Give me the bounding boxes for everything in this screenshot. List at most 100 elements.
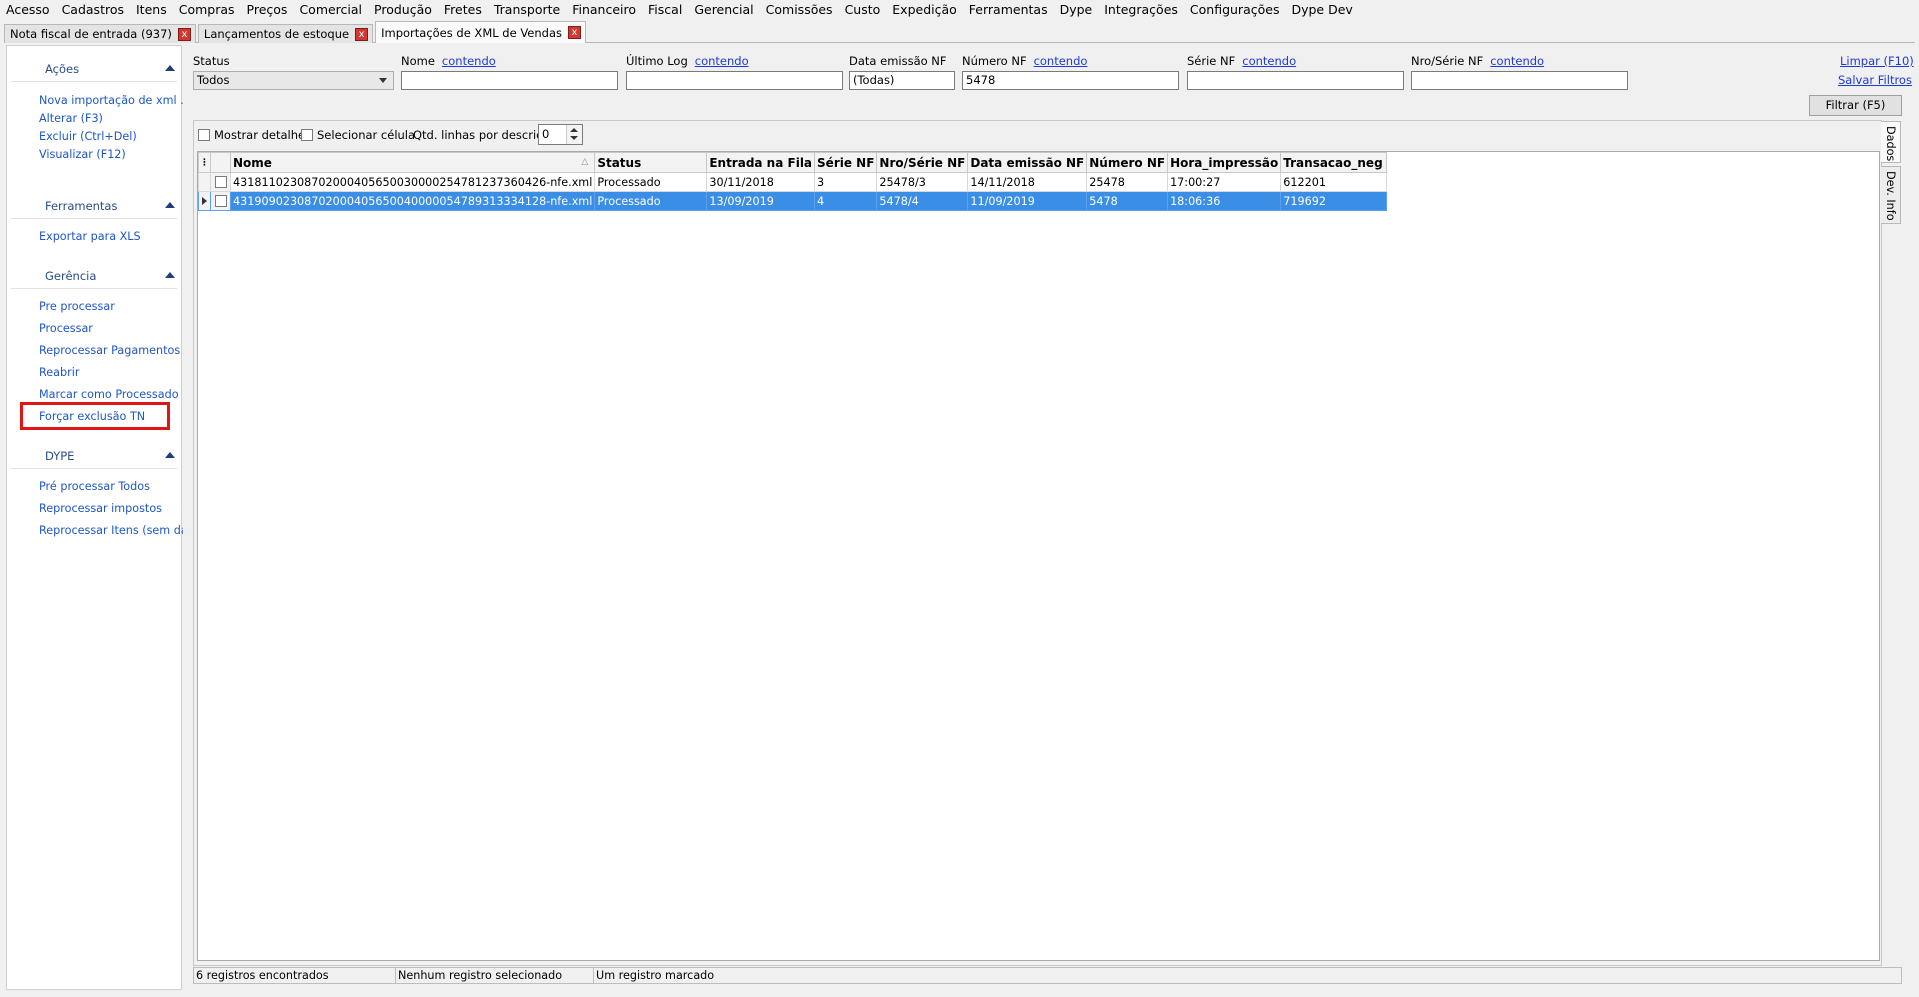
filter-nome-mode-link[interactable]: contendo [442,54,496,68]
tab-lancamentos-estoque[interactable]: Lançamentos de estoque x [197,24,374,43]
menu-custo[interactable]: Custo [839,0,887,19]
chevron-up-icon[interactable] [165,202,175,208]
filter-serie-nf-input[interactable] [1187,71,1404,90]
menu-expedicao[interactable]: Expedição [886,0,963,19]
col-header-serie-nf[interactable]: Série NF [814,152,878,173]
filter-data-emissao-select[interactable]: (Todas) [849,71,955,90]
col-header-entrada-fila[interactable]: Entrada na Fila [706,152,816,173]
cell-numero-nf[interactable]: 5478 [1086,191,1169,211]
cell-serie-nf[interactable]: 4 [814,191,878,211]
menu-gerencial[interactable]: Gerencial [688,0,759,19]
column-chooser-icon[interactable]: ⋮ [198,152,211,173]
action-processar[interactable]: Processar [39,322,183,335]
action-excluir[interactable]: Excluir (Ctrl+Del) [39,130,183,143]
group-header-acoes[interactable]: Ações [7,59,181,82]
action-alterar[interactable]: Alterar (F3) [39,112,183,125]
close-icon[interactable]: x [355,27,369,41]
group-header-dype[interactable]: DYPE [7,446,181,469]
mostrar-detalhe-checkbox[interactable] [198,129,210,141]
action-nova-importacao[interactable]: Nova importação de xml ... [39,94,183,107]
menu-financeiro[interactable]: Financeiro [566,0,642,19]
col-header-numero-nf[interactable]: Número NF [1086,152,1169,173]
group-header-ferramentas[interactable]: Ferramentas [7,196,181,219]
cell-data-emissao[interactable]: 11/09/2019 [967,191,1088,211]
menu-producao[interactable]: Produção [368,0,438,19]
menu-dype-dev[interactable]: Dype Dev [1285,0,1358,19]
action-reprocessar-impostos[interactable]: Reprocessar impostos [39,502,183,515]
menu-integracoes[interactable]: Integrações [1098,0,1184,19]
cell-serie-nf[interactable]: 3 [814,172,878,192]
tab-dev-info[interactable]: Dev. Info [1881,166,1901,224]
cell-data-emissao[interactable]: 14/11/2018 [967,172,1088,192]
filtrar-button[interactable]: Filtrar (F5) [1809,95,1902,116]
filter-serie-nf-mode-link[interactable]: contendo [1242,54,1296,68]
cell-entrada-fila[interactable]: 30/11/2018 [706,172,816,192]
tab-dados[interactable]: Dados [1881,121,1901,163]
group-header-gerencia[interactable]: Gerência [7,266,181,289]
menu-fretes[interactable]: Fretes [438,0,488,19]
col-header-transacao-neg[interactable]: Transacao_neg [1280,152,1388,173]
cell-status[interactable]: Processado [594,191,708,211]
action-marcar-processado[interactable]: Marcar como Processado [39,388,183,401]
action-pre-processar[interactable]: Pre processar [39,300,183,313]
spinner-buttons[interactable] [566,125,582,144]
menu-fiscal[interactable]: Fiscal [642,0,688,19]
selecionar-celula-checkbox[interactable] [301,129,313,141]
close-icon[interactable]: x [177,27,191,41]
menu-transporte[interactable]: Transporte [488,0,566,19]
filter-nro-serie-nf-input[interactable] [1411,71,1628,90]
row-checkbox[interactable] [214,195,227,207]
close-icon[interactable]: x [568,26,582,39]
chevron-up-icon[interactable] [165,65,175,71]
action-exportar-xls[interactable]: Exportar para XLS [39,230,183,243]
filter-nro-serie-nf-mode-link[interactable]: contendo [1490,54,1544,68]
cell-nro-serie-nf[interactable]: 5478/4 [876,191,969,211]
filter-ultimo-log-mode-link[interactable]: contendo [695,54,749,68]
menu-ferramentas[interactable]: Ferramentas [963,0,1054,19]
action-pre-processar-todos[interactable]: Pré processar Todos [39,480,183,493]
cell-nome[interactable]: 4319090230870200040565004000005478931333… [229,191,596,211]
cell-entrada-fila[interactable]: 13/09/2019 [706,191,816,211]
cell-hora-impressao[interactable]: 17:00:27 [1167,172,1282,192]
col-header-data-emissao[interactable]: Data emissão NF [967,152,1088,173]
menu-comercial[interactable]: Comercial [293,0,368,19]
selecionar-celula-option[interactable]: Selecionar célula [301,125,415,145]
filter-status-select[interactable]: Todos [193,71,394,90]
menu-acesso[interactable]: Acesso [4,0,56,19]
menu-comissoes[interactable]: Comissões [760,0,839,19]
col-header-status[interactable]: Status [594,152,708,173]
filter-nome-input[interactable] [401,71,618,90]
cell-nome[interactable]: 4318110230870200040565003000025478123736… [229,172,596,192]
menu-precos[interactable]: Preços [241,0,294,19]
col-header-nome[interactable]: Nome △ [229,152,596,173]
chevron-up-icon[interactable] [165,452,175,458]
cell-status[interactable]: Processado [594,172,708,192]
col-header-hora-impressao[interactable]: Hora_impressão [1167,152,1282,173]
tab-nota-fiscal-entrada[interactable]: Nota fiscal de entrada (937) x [4,24,196,43]
qtd-linhas-spinner[interactable]: 0 [538,124,583,145]
cell-nro-serie-nf[interactable]: 25478/3 [876,172,969,192]
menu-dype[interactable]: Dype [1054,0,1099,19]
menu-cadastros[interactable]: Cadastros [56,0,130,19]
cell-numero-nf[interactable]: 25478 [1086,172,1169,192]
action-visualizar[interactable]: Visualizar (F12) [39,148,183,161]
menu-compras[interactable]: Compras [173,0,241,19]
action-reprocessar-itens[interactable]: Reprocessar Itens (sem da... [39,524,183,537]
action-reabrir[interactable]: Reabrir [39,366,183,379]
menu-itens[interactable]: Itens [130,0,173,19]
filter-ultimo-log-input[interactable] [626,71,843,90]
action-reprocessar-pagamentos[interactable]: Reprocessar Pagamentos [39,344,183,357]
cell-transacao-neg[interactable]: 612201 [1280,172,1388,192]
chevron-up-icon[interactable] [165,272,175,278]
select-all-header[interactable] [210,152,231,173]
mostrar-detalhe-option[interactable]: Mostrar detalhe [198,125,305,145]
table-row[interactable]: 4318110230870200040565003000025478123736… [198,172,1388,192]
filter-numero-nf-mode-link[interactable]: contendo [1034,54,1088,68]
cell-hora-impressao[interactable]: 18:06:36 [1167,191,1282,211]
row-checkbox[interactable] [214,176,227,188]
filter-numero-nf-input[interactable]: 5478 [962,71,1179,90]
tab-importacoes-xml-vendas[interactable]: Importações de XML de Vendas x [375,21,587,43]
col-header-nro-serie-nf[interactable]: Nro/Série NF [876,152,969,173]
cell-transacao-neg[interactable]: 719692 [1280,191,1388,211]
limpar-filtros-link[interactable]: Limpar (F10) [1840,54,1914,68]
